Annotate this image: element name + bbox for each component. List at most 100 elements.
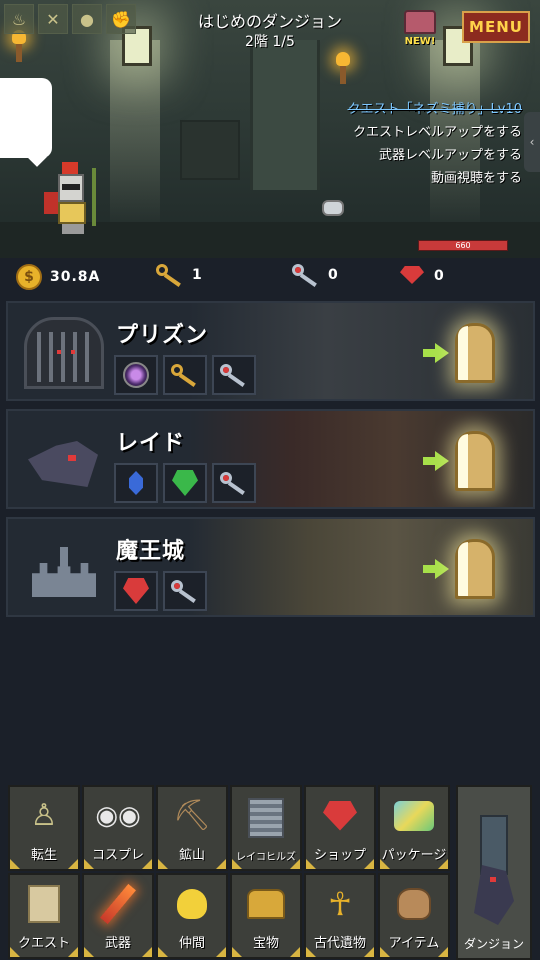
chick-icon	[158, 875, 226, 932]
required-items	[114, 571, 207, 611]
arrow-right-icon	[423, 451, 451, 471]
silver-key-icon	[220, 472, 248, 495]
gem-counter: 0	[398, 264, 445, 288]
req-slot	[163, 463, 207, 503]
menu-label: レイコヒルズ	[236, 852, 296, 863]
wall-block	[180, 120, 240, 180]
hero-knight	[44, 162, 106, 234]
menu-relic-button[interactable]: ☥ 古代遺物	[304, 873, 376, 959]
menu-label: ダンジョン	[463, 937, 524, 951]
menu-weapon-button[interactable]: 武器	[82, 873, 154, 959]
menu-rebirth-button[interactable]: ♙ 転生	[8, 785, 80, 871]
menu-dungeon-button[interactable]: ダンジョン	[456, 785, 532, 960]
quest-item[interactable]: クエストレベルアップをする	[348, 121, 522, 144]
enter-dungeon-button[interactable]	[423, 425, 511, 497]
gold-value: 30.8A	[50, 269, 101, 285]
silver-key-counter: 0	[292, 264, 339, 287]
arrow-right-icon	[423, 343, 451, 363]
req-slot	[114, 571, 158, 611]
dungeon-name: プリズン	[116, 323, 209, 348]
gold-key-value: 1	[192, 267, 203, 283]
treasure-chest-icon	[232, 875, 300, 932]
quest-list: クエスト「ネズミ捕り」Lv10 クエストレベルアップをする 武器レベルアップをす…	[348, 98, 522, 190]
emerald-chest-icon	[172, 470, 198, 496]
bag-icon	[380, 875, 448, 932]
required-items	[114, 355, 256, 395]
ruby-icon	[123, 578, 149, 604]
gem-value: 0	[434, 268, 445, 284]
bottom-menu: ♙ 転生 ◉◉ コスプレ ⛏ 鉱山 レイコヒルズ ショップ パッケージ クエスト…	[8, 785, 532, 960]
building-icon	[232, 787, 300, 848]
battle-scene: ♨ ✕ ● ✊ はじめのダンジョン 2階 1/5 NEW! MENU クエスト「…	[0, 0, 540, 258]
enter-dungeon-button[interactable]	[423, 317, 511, 389]
req-slot	[114, 463, 158, 503]
menu-label: ショップ	[313, 848, 366, 863]
dungeon-title: はじめのダンジョン	[197, 12, 342, 31]
mask-icon: ◉◉	[95, 800, 141, 831]
menu-package-button[interactable]: パッケージ	[378, 785, 450, 871]
req-slot	[114, 355, 158, 395]
required-items	[114, 463, 256, 503]
menu-cosplay-button[interactable]: ◉◉ コスプレ	[82, 785, 154, 871]
menu-label: 武器	[104, 936, 131, 951]
top-status-icons: ♨ ✕ ● ✊	[0, 0, 140, 38]
chevron-left-icon: ‹	[529, 135, 535, 149]
req-slot	[212, 463, 256, 503]
silver-key-icon	[171, 580, 199, 603]
coins-icon: ●	[72, 4, 102, 34]
treasure-chest-icon	[404, 10, 436, 34]
gold-key-icon	[156, 264, 184, 287]
new-chest-button[interactable]: NEW!	[400, 10, 440, 50]
dungeon-card-raid[interactable]: レイド	[6, 409, 535, 509]
ruby-icon	[306, 787, 374, 844]
menu-button[interactable]: MENU	[462, 11, 530, 43]
menu-label: 鉱山	[178, 848, 205, 863]
enemy-hp-bar: 660	[418, 240, 508, 251]
menu-shop-button[interactable]: ショップ	[304, 785, 376, 871]
menu-label: 転生	[30, 848, 57, 863]
silver-key-value: 0	[328, 267, 339, 283]
quest-item[interactable]: クエスト「ネズミ捕り」Lv10	[348, 98, 522, 121]
new-badge: NEW!	[404, 36, 436, 47]
gold-coin-icon: $	[16, 264, 42, 290]
silver-key-icon	[220, 364, 248, 387]
menu-companion-button[interactable]: 仲間	[156, 873, 228, 959]
scroll-icon	[10, 875, 78, 932]
ruby-icon	[398, 264, 426, 288]
gold-key-icon	[171, 364, 199, 387]
sapphire-icon	[129, 471, 143, 495]
menu-label: 古代遺物	[313, 936, 366, 951]
door-icon	[455, 431, 495, 491]
req-slot	[212, 355, 256, 395]
menu-label: パッケージ	[381, 848, 447, 863]
silver-key-icon	[292, 264, 320, 287]
menu-label: クエスト	[17, 936, 70, 951]
torch-icon	[336, 52, 350, 84]
quest-panel-toggle[interactable]: ‹	[524, 112, 540, 172]
stone-pillar	[250, 40, 320, 190]
prison-gate-icon	[24, 317, 104, 389]
quest-item[interactable]: 武器レベルアップをする	[348, 144, 522, 167]
menu-label: コスプレ	[91, 848, 144, 863]
gold-key-counter: 1	[156, 264, 203, 287]
menu-treasure-button[interactable]: 宝物	[230, 873, 302, 959]
speech-bubble	[0, 78, 52, 167]
menu-quest-button[interactable]: クエスト	[8, 873, 80, 959]
enter-dungeon-button[interactable]	[423, 533, 511, 605]
sword-icon	[84, 875, 152, 932]
menu-label: アイテム	[388, 936, 440, 951]
dungeon-name: 魔王城	[116, 539, 186, 564]
pickaxe-icon: ⛏	[172, 798, 212, 833]
dropped-item[interactable]	[322, 200, 344, 216]
menu-mine-button[interactable]: ⛏ 鉱山	[156, 785, 228, 871]
door-icon	[455, 323, 495, 383]
orb-icon	[123, 362, 149, 388]
ankh-icon: ☥	[328, 884, 352, 923]
dungeon-card-demon-castle[interactable]: 魔王城	[6, 517, 535, 617]
menu-item-button[interactable]: アイテム	[378, 873, 450, 959]
req-slot	[163, 355, 207, 395]
cross-icon: ✕	[38, 4, 68, 34]
dungeon-card-prison[interactable]: プリズン	[6, 301, 535, 401]
quest-item[interactable]: 動画視聴をする	[348, 167, 522, 190]
menu-hills-button[interactable]: レイコヒルズ	[230, 785, 302, 871]
